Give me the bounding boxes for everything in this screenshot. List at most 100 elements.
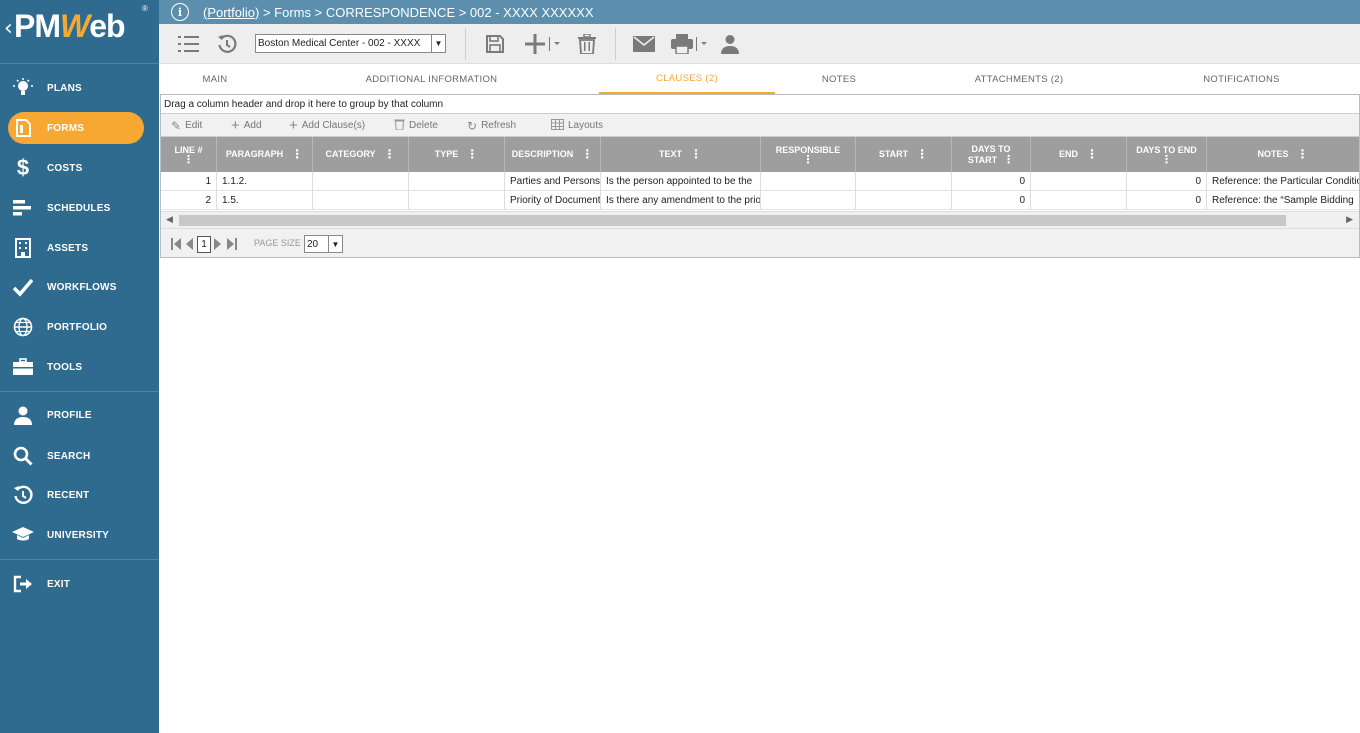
delete-button[interactable]: Delete: [394, 118, 438, 133]
group-by-drop-area[interactable]: Drag a column header and drop it here to…: [161, 95, 1359, 114]
horizontal-scrollbar[interactable]: ◀ ▶: [161, 211, 1359, 228]
tab-clauses[interactable]: CLAUSES (2): [599, 64, 775, 94]
column-menu-icon[interactable]: ⋮: [1003, 155, 1014, 166]
refresh-button[interactable]: ↻ Refresh: [467, 118, 516, 133]
column-header-notes[interactable]: NOTES ⋮: [1207, 137, 1359, 172]
last-page-icon[interactable]: [227, 238, 237, 253]
column-menu-icon[interactable]: ⋮: [183, 155, 194, 166]
back-chevron-icon[interactable]: ‹: [4, 16, 13, 41]
tab-notes[interactable]: NOTES: [799, 64, 879, 94]
chevron-down-icon[interactable]: ▼: [431, 35, 445, 52]
add-dropdown-icon[interactable]: [525, 32, 561, 56]
column-menu-icon[interactable]: ⋮: [384, 148, 396, 160]
cell-text[interactable]: Is the person appointed to be the: [601, 172, 761, 191]
cell-paragraph[interactable]: 1.5.: [217, 191, 313, 210]
sidebar-item-search[interactable]: SEARCH: [8, 440, 144, 472]
column-header-days-to-end[interactable]: DAYS TO END ⋮: [1127, 137, 1207, 172]
trash-icon[interactable]: [577, 32, 597, 56]
cell-days-to-end[interactable]: 0: [1127, 172, 1207, 191]
column-header-line[interactable]: LINE # ⋮: [161, 137, 217, 172]
cell-line[interactable]: 2: [161, 191, 217, 210]
column-header-responsible[interactable]: RESPONSIBLE ⋮: [761, 137, 856, 172]
column-menu-icon[interactable]: ⋮: [1297, 148, 1309, 160]
cell-type[interactable]: [409, 172, 505, 191]
cell-days-to-end[interactable]: 0: [1127, 191, 1207, 210]
column-header-end[interactable]: END ⋮: [1031, 137, 1127, 172]
add-clauses-button[interactable]: + Add Clause(s): [289, 117, 365, 134]
chevron-down-icon[interactable]: ▼: [328, 236, 342, 252]
cell-category[interactable]: [313, 172, 409, 191]
sidebar-item-university[interactable]: UNIVERSITY: [8, 519, 144, 551]
sidebar-item-recent[interactable]: RECENT: [8, 479, 144, 511]
tab-attachments[interactable]: ATTACHMENTS (2): [949, 64, 1089, 94]
column-header-text[interactable]: TEXT ⋮: [601, 137, 761, 172]
sidebar-item-portfolio[interactable]: PORTFOLIO: [8, 311, 144, 343]
sidebar-item-plans[interactable]: PLANS: [8, 72, 144, 104]
next-page-icon[interactable]: [214, 238, 222, 253]
column-menu-icon[interactable]: ⋮: [690, 148, 702, 160]
table-row[interactable]: 1 1.1.2. Parties and Persons Is the pers…: [161, 172, 1359, 191]
sidebar-item-profile[interactable]: PROFILE: [8, 399, 144, 431]
save-icon[interactable]: [483, 32, 507, 56]
print-dropdown-icon[interactable]: [671, 32, 709, 56]
cell-line[interactable]: 1: [161, 172, 217, 191]
list-icon[interactable]: [177, 32, 201, 56]
cell-notes[interactable]: Reference: the Particular Conditions: [1207, 172, 1359, 191]
cell-responsible[interactable]: [761, 191, 856, 210]
layouts-button[interactable]: Layouts: [551, 118, 603, 133]
cell-type[interactable]: [409, 191, 505, 210]
column-menu-icon[interactable]: ⋮: [1086, 148, 1098, 160]
project-select[interactable]: Boston Medical Center - 002 - XXXX ▼: [255, 34, 446, 53]
cell-description[interactable]: Parties and Persons: [505, 172, 601, 191]
column-menu-icon[interactable]: ⋮: [803, 155, 814, 166]
current-page-input[interactable]: 1: [197, 236, 211, 253]
column-header-start[interactable]: START ⋮: [856, 137, 952, 172]
cell-category[interactable]: [313, 191, 409, 210]
sidebar-item-costs[interactable]: $ COSTS: [8, 152, 144, 184]
cell-days-to-start[interactable]: 0: [952, 191, 1031, 210]
tab-additional-information[interactable]: ADDITIONAL INFORMATION: [349, 64, 514, 94]
breadcrumb-portfolio-link[interactable]: (Portfolio): [203, 5, 259, 20]
tab-notifications[interactable]: NOTIFICATIONS: [1179, 64, 1304, 94]
info-icon[interactable]: i: [171, 3, 189, 21]
cell-description[interactable]: Priority of Documents: [505, 191, 601, 210]
column-menu-icon[interactable]: ⋮: [1161, 155, 1172, 166]
scroll-right-icon[interactable]: ▶: [1346, 214, 1353, 225]
pmweb-logo[interactable]: ‹ PMWeb ®: [0, 0, 159, 64]
column-menu-icon[interactable]: ⋮: [291, 148, 303, 160]
tab-main[interactable]: MAIN: [159, 64, 271, 94]
column-menu-icon[interactable]: ⋮: [916, 148, 928, 160]
history-icon[interactable]: [215, 32, 239, 56]
cell-end[interactable]: [1031, 191, 1127, 210]
sidebar-item-forms[interactable]: FORMS: [8, 112, 144, 144]
table-row[interactable]: 2 1.5. Priority of Documents Is there an…: [161, 191, 1359, 210]
cell-end[interactable]: [1031, 172, 1127, 191]
person-icon[interactable]: [719, 32, 741, 56]
column-header-days-to-start[interactable]: DAYS TO START ⋮: [952, 137, 1031, 172]
cell-notes[interactable]: Reference: the “Sample Bidding: [1207, 191, 1359, 210]
edit-button[interactable]: ✎ Edit: [171, 118, 202, 133]
cell-text[interactable]: Is there any amendment to the priority: [601, 191, 761, 210]
column-header-paragraph[interactable]: PARAGRAPH ⋮: [217, 137, 313, 172]
column-header-category[interactable]: CATEGORY ⋮: [313, 137, 409, 172]
previous-page-icon[interactable]: [185, 238, 193, 253]
sidebar-item-exit[interactable]: EXIT: [8, 568, 144, 600]
column-menu-icon[interactable]: ⋮: [466, 148, 478, 160]
sidebar-item-workflows[interactable]: WORKFLOWS: [8, 271, 144, 303]
first-page-icon[interactable]: [171, 238, 181, 253]
column-menu-icon[interactable]: ⋮: [581, 148, 593, 160]
cell-days-to-start[interactable]: 0: [952, 172, 1031, 191]
sidebar-item-tools[interactable]: TOOLS: [8, 351, 144, 383]
cell-responsible[interactable]: [761, 172, 856, 191]
sidebar-item-assets[interactable]: ASSETS: [8, 232, 144, 264]
scroll-left-icon[interactable]: ◀: [166, 214, 173, 225]
add-button[interactable]: + Add: [231, 117, 262, 134]
sidebar-item-schedules[interactable]: SCHEDULES: [8, 192, 144, 224]
cell-start[interactable]: [856, 191, 952, 210]
page-size-select[interactable]: 20 ▼: [304, 235, 343, 253]
cell-paragraph[interactable]: 1.1.2.: [217, 172, 313, 191]
column-header-type[interactable]: TYPE ⋮: [409, 137, 505, 172]
cell-start[interactable]: [856, 172, 952, 191]
email-icon[interactable]: [633, 32, 655, 56]
scrollbar-thumb[interactable]: [179, 215, 1286, 226]
